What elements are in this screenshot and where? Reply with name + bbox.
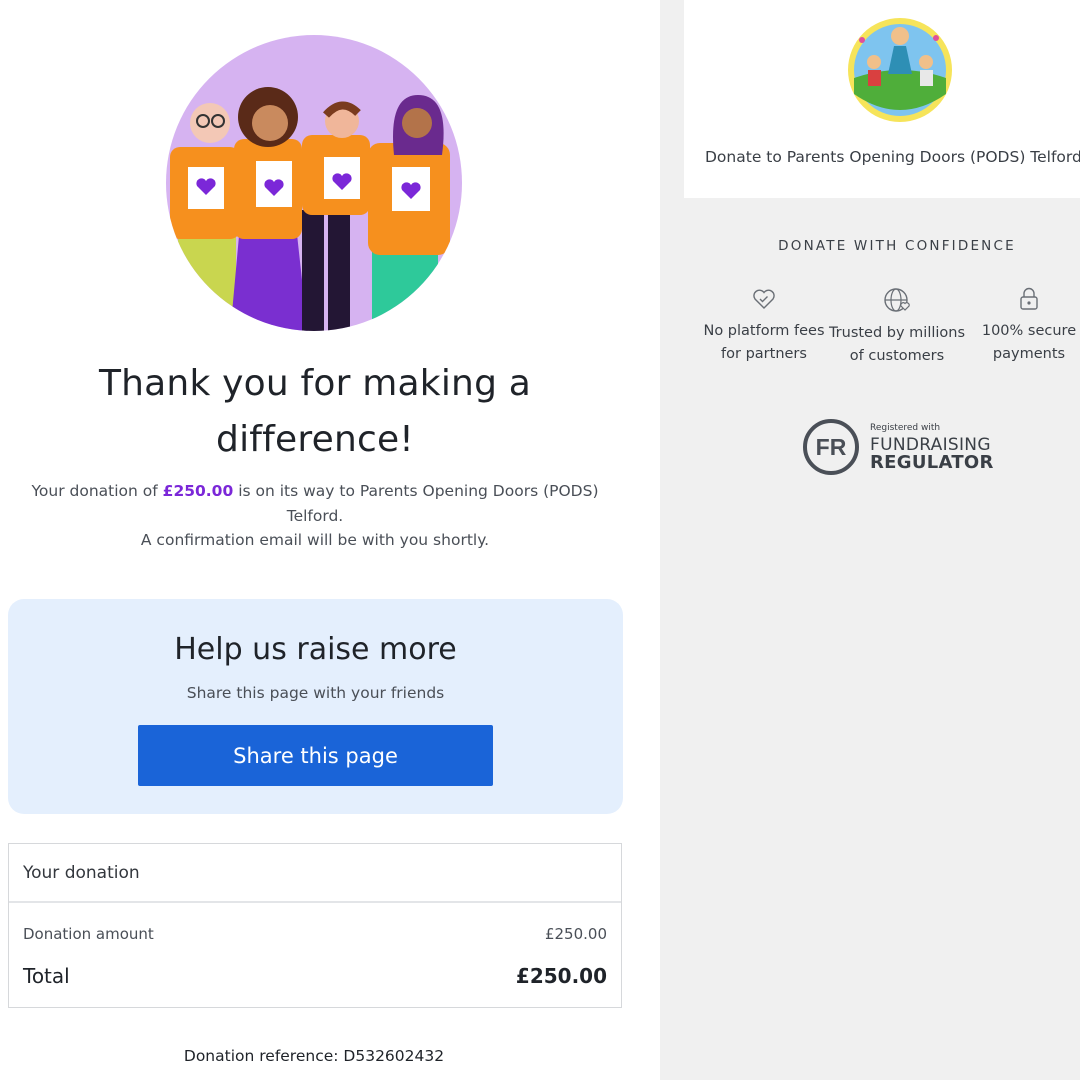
donation-reference: Donation reference: D532602432 [183, 1047, 445, 1065]
charity-card: Donate to Parents Opening Doors (PODS) T… [684, 0, 1080, 198]
share-page-button[interactable]: Share this page [138, 725, 493, 786]
donation-amount-value: £250.00 [544, 925, 607, 943]
message-prefix: Your donation of [31, 482, 163, 500]
fr-regulator-text: REGULATOR [870, 452, 994, 473]
total-row: Total £250.00 [23, 964, 607, 988]
confidence-heading: DONATE WITH CONFIDENCE [778, 238, 1016, 254]
thank-you-heading: Thank you for making a difference! [98, 363, 532, 460]
confirmation-email-note: A confirmation email will be with you sh… [140, 531, 490, 549]
feature-trusted: Trusted by millions of customers [827, 286, 967, 368]
total-value: £250.00 [515, 964, 607, 988]
donation-summary-header: Your donation [9, 844, 621, 903]
globe-heart-icon [884, 288, 910, 312]
donation-amount-label: Donation amount [23, 925, 154, 943]
message-suffix: is on its way to Parents Opening Doors (… [233, 482, 599, 525]
feature-secure: 100% secure payments [959, 286, 1080, 366]
donation-amount-highlight: £250.00 [162, 482, 234, 500]
donate-to-charity-text: Donate to Parents Opening Doors (PODS) T… [705, 148, 1080, 166]
sidebar: Donate to Parents Opening Doors (PODS) T… [660, 0, 1080, 1080]
feature-trusted-text: Trusted by millions of customers [828, 325, 966, 364]
lock-icon [1020, 287, 1038, 310]
fundraising-regulator-badge: FR Registered with FUNDRAISING REGULATOR [802, 418, 1002, 478]
volunteers-illustration [166, 35, 462, 331]
total-label: Total [23, 964, 70, 988]
share-card: Help us raise more Share this page with … [8, 599, 623, 814]
fr-registered-text: Registered with [870, 423, 941, 433]
share-card-subtitle: Share this page with your friends [186, 684, 445, 702]
donation-message: Your donation of £250.00 is on its way t… [20, 479, 610, 553]
fundraising-regulator-logo: FR [803, 419, 859, 475]
feature-no-fees-text: No platform fees for partners [703, 323, 825, 362]
confirmation-panel: Thank you for making a difference! Your … [0, 0, 660, 1080]
heart-icon [753, 289, 775, 309]
donation-amount-row: Donation amount £250.00 [23, 925, 607, 943]
share-card-title: Help us raise more [174, 632, 457, 667]
feature-secure-text: 100% secure payments [981, 323, 1077, 362]
charity-logo [848, 18, 952, 122]
donation-summary-table: Your donation Donation amount £250.00 To… [8, 843, 622, 1008]
fr-initials: FR [816, 434, 847, 460]
feature-no-fees: No platform fees for partners [694, 286, 834, 366]
